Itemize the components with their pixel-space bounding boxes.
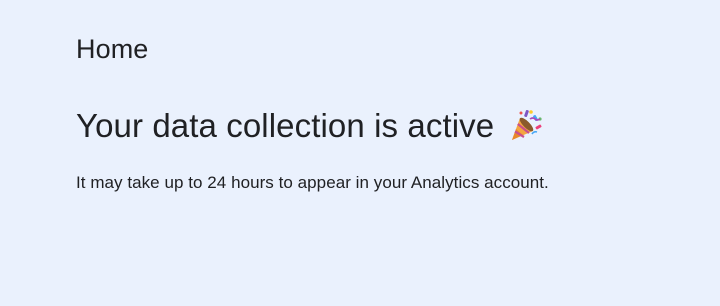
status-description: It may take up to 24 hours to appear in … [76, 173, 549, 192]
status-headline: Your data collection is active [76, 107, 495, 144]
status-headline-row: Your data collection is active [76, 104, 544, 148]
party-popper-icon [508, 107, 544, 143]
page-title: Home [76, 34, 149, 64]
